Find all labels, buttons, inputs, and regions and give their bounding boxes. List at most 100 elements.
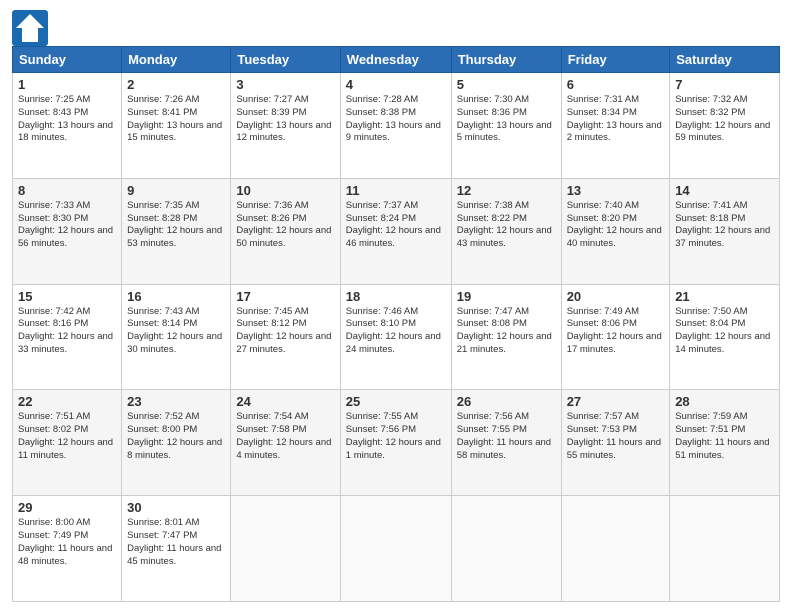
day-info: Sunrise: 7:31 AMSunset: 8:34 PMDaylight:… xyxy=(567,94,665,145)
calendar-cell xyxy=(561,496,670,602)
calendar-cell xyxy=(451,496,561,602)
day-of-week-wednesday: Wednesday xyxy=(340,47,451,73)
day-number: 30 xyxy=(127,500,225,515)
calendar-cell: 28Sunrise: 7:59 AMSunset: 7:51 PMDayligh… xyxy=(670,390,780,496)
day-info: Sunrise: 7:40 AMSunset: 8:20 PMDaylight:… xyxy=(567,200,665,251)
calendar-table: SundayMondayTuesdayWednesdayThursdayFrid… xyxy=(12,46,780,602)
day-of-week-sunday: Sunday xyxy=(13,47,122,73)
day-info: Sunrise: 7:28 AMSunset: 8:38 PMDaylight:… xyxy=(346,94,446,145)
day-number: 13 xyxy=(567,183,665,198)
calendar-cell: 8 Sunrise: 7:33 AMSunset: 8:30 PMDaylight… xyxy=(13,178,122,284)
day-info: Sunrise: 7:56 AMSunset: 7:55 PMDaylight:… xyxy=(457,411,556,462)
day-info: Sunrise: 7:30 AMSunset: 8:36 PMDaylight:… xyxy=(457,94,556,145)
calendar-cell: 30 Sunrise: 8:01 AMSunset: 7:47 PMDayligh… xyxy=(122,496,231,602)
page: SundayMondayTuesdayWednesdayThursdayFrid… xyxy=(0,0,792,612)
day-info: Sunrise: 8:01 AMSunset: 7:47 PMDaylight:… xyxy=(127,517,225,568)
day-info: Sunrise: 7:51 AMSunset: 8:02 PMDaylight:… xyxy=(18,411,116,462)
day-of-week-friday: Friday xyxy=(561,47,670,73)
day-number: 22 xyxy=(18,394,116,409)
day-number: 11 xyxy=(346,183,446,198)
day-number: 3 xyxy=(236,77,334,92)
week-row-5: 29 Sunrise: 8:00 AMSunset: 7:49 PMDayligh… xyxy=(13,496,780,602)
calendar-body: 1 Sunrise: 7:25 AMSunset: 8:43 PMDaylight… xyxy=(13,73,780,602)
day-number: 20 xyxy=(567,289,665,304)
calendar-cell: 12 Sunrise: 7:38 AMSunset: 8:22 PMDayligh… xyxy=(451,178,561,284)
calendar-cell: 29 Sunrise: 8:00 AMSunset: 7:49 PMDayligh… xyxy=(13,496,122,602)
header xyxy=(12,10,780,38)
day-info: Sunrise: 7:59 AMSunset: 7:51 PMDaylight:… xyxy=(675,411,774,462)
logo xyxy=(12,10,44,38)
calendar-cell: 24 Sunrise: 7:54 AMSunset: 7:58 PMDayligh… xyxy=(231,390,340,496)
day-number: 12 xyxy=(457,183,556,198)
day-info: Sunrise: 7:54 AMSunset: 7:58 PMDaylight:… xyxy=(236,411,334,462)
day-number: 8 xyxy=(18,183,116,198)
day-info: Sunrise: 7:36 AMSunset: 8:26 PMDaylight:… xyxy=(236,200,334,251)
day-number: 15 xyxy=(18,289,116,304)
day-number: 27 xyxy=(567,394,665,409)
day-of-week-thursday: Thursday xyxy=(451,47,561,73)
calendar-cell: 26 Sunrise: 7:56 AMSunset: 7:55 PMDayligh… xyxy=(451,390,561,496)
calendar-cell: 19Sunrise: 7:47 AMSunset: 8:08 PMDayligh… xyxy=(451,284,561,390)
calendar-cell: 21 Sunrise: 7:50 AMSunset: 8:04 PMDayligh… xyxy=(670,284,780,390)
calendar-cell: 16 Sunrise: 7:43 AMSunset: 8:14 PMDayligh… xyxy=(122,284,231,390)
calendar-cell: 13 Sunrise: 7:40 AMSunset: 8:20 PMDayligh… xyxy=(561,178,670,284)
day-info: Sunrise: 7:50 AMSunset: 8:04 PMDaylight:… xyxy=(675,306,774,357)
day-number: 1 xyxy=(18,77,116,92)
day-info: Sunrise: 7:25 AMSunset: 8:43 PMDaylight:… xyxy=(18,94,116,145)
day-info: Sunrise: 8:00 AMSunset: 7:49 PMDaylight:… xyxy=(18,517,116,568)
day-of-week-tuesday: Tuesday xyxy=(231,47,340,73)
calendar-cell: 5 Sunrise: 7:30 AMSunset: 8:36 PMDaylight… xyxy=(451,73,561,179)
week-row-1: 1 Sunrise: 7:25 AMSunset: 8:43 PMDaylight… xyxy=(13,73,780,179)
day-number: 5 xyxy=(457,77,556,92)
day-info: Sunrise: 7:37 AMSunset: 8:24 PMDaylight:… xyxy=(346,200,446,251)
day-number: 10 xyxy=(236,183,334,198)
day-number: 2 xyxy=(127,77,225,92)
calendar-cell: 1 Sunrise: 7:25 AMSunset: 8:43 PMDaylight… xyxy=(13,73,122,179)
calendar-cell xyxy=(670,496,780,602)
calendar-cell: 9 Sunrise: 7:35 AMSunset: 8:28 PMDaylight… xyxy=(122,178,231,284)
calendar-cell: 3Sunrise: 7:27 AMSunset: 8:39 PMDaylight… xyxy=(231,73,340,179)
day-info: Sunrise: 7:57 AMSunset: 7:53 PMDaylight:… xyxy=(567,411,665,462)
day-number: 25 xyxy=(346,394,446,409)
day-info: Sunrise: 7:43 AMSunset: 8:14 PMDaylight:… xyxy=(127,306,225,357)
day-info: Sunrise: 7:38 AMSunset: 8:22 PMDaylight:… xyxy=(457,200,556,251)
day-number: 21 xyxy=(675,289,774,304)
day-number: 6 xyxy=(567,77,665,92)
day-info: Sunrise: 7:47 AMSunset: 8:08 PMDaylight:… xyxy=(457,306,556,357)
week-row-2: 8 Sunrise: 7:33 AMSunset: 8:30 PMDaylight… xyxy=(13,178,780,284)
calendar-cell: 2Sunrise: 7:26 AMSunset: 8:41 PMDaylight… xyxy=(122,73,231,179)
calendar-cell: 23 Sunrise: 7:52 AMSunset: 8:00 PMDayligh… xyxy=(122,390,231,496)
calendar-cell: 25Sunrise: 7:55 AMSunset: 7:56 PMDayligh… xyxy=(340,390,451,496)
calendar-cell: 10 Sunrise: 7:36 AMSunset: 8:26 PMDayligh… xyxy=(231,178,340,284)
calendar-cell: 11 Sunrise: 7:37 AMSunset: 8:24 PMDayligh… xyxy=(340,178,451,284)
day-number: 9 xyxy=(127,183,225,198)
calendar-cell: 7 Sunrise: 7:32 AMSunset: 8:32 PMDaylight… xyxy=(670,73,780,179)
day-info: Sunrise: 7:32 AMSunset: 8:32 PMDaylight:… xyxy=(675,94,774,145)
day-info: Sunrise: 7:45 AMSunset: 8:12 PMDaylight:… xyxy=(236,306,334,357)
day-info: Sunrise: 7:41 AMSunset: 8:18 PMDaylight:… xyxy=(675,200,774,251)
calendar-cell: 18Sunrise: 7:46 AMSunset: 8:10 PMDayligh… xyxy=(340,284,451,390)
day-of-week-header: SundayMondayTuesdayWednesdayThursdayFrid… xyxy=(13,47,780,73)
calendar-cell: 27 Sunrise: 7:57 AMSunset: 7:53 PMDayligh… xyxy=(561,390,670,496)
day-number: 24 xyxy=(236,394,334,409)
day-info: Sunrise: 7:52 AMSunset: 8:00 PMDaylight:… xyxy=(127,411,225,462)
calendar-cell: 6 Sunrise: 7:31 AMSunset: 8:34 PMDaylight… xyxy=(561,73,670,179)
calendar-cell xyxy=(231,496,340,602)
calendar-cell: 22 Sunrise: 7:51 AMSunset: 8:02 PMDayligh… xyxy=(13,390,122,496)
day-number: 16 xyxy=(127,289,225,304)
day-number: 29 xyxy=(18,500,116,515)
calendar-cell: 15Sunrise: 7:42 AMSunset: 8:16 PMDayligh… xyxy=(13,284,122,390)
day-number: 18 xyxy=(346,289,446,304)
day-number: 17 xyxy=(236,289,334,304)
day-number: 26 xyxy=(457,394,556,409)
day-info: Sunrise: 7:35 AMSunset: 8:28 PMDaylight:… xyxy=(127,200,225,251)
week-row-4: 22 Sunrise: 7:51 AMSunset: 8:02 PMDayligh… xyxy=(13,390,780,496)
day-number: 14 xyxy=(675,183,774,198)
day-number: 23 xyxy=(127,394,225,409)
day-number: 7 xyxy=(675,77,774,92)
day-of-week-saturday: Saturday xyxy=(670,47,780,73)
week-row-3: 15Sunrise: 7:42 AMSunset: 8:16 PMDayligh… xyxy=(13,284,780,390)
calendar-cell xyxy=(340,496,451,602)
logo-icon xyxy=(12,10,40,38)
day-info: Sunrise: 7:33 AMSunset: 8:30 PMDaylight:… xyxy=(18,200,116,251)
